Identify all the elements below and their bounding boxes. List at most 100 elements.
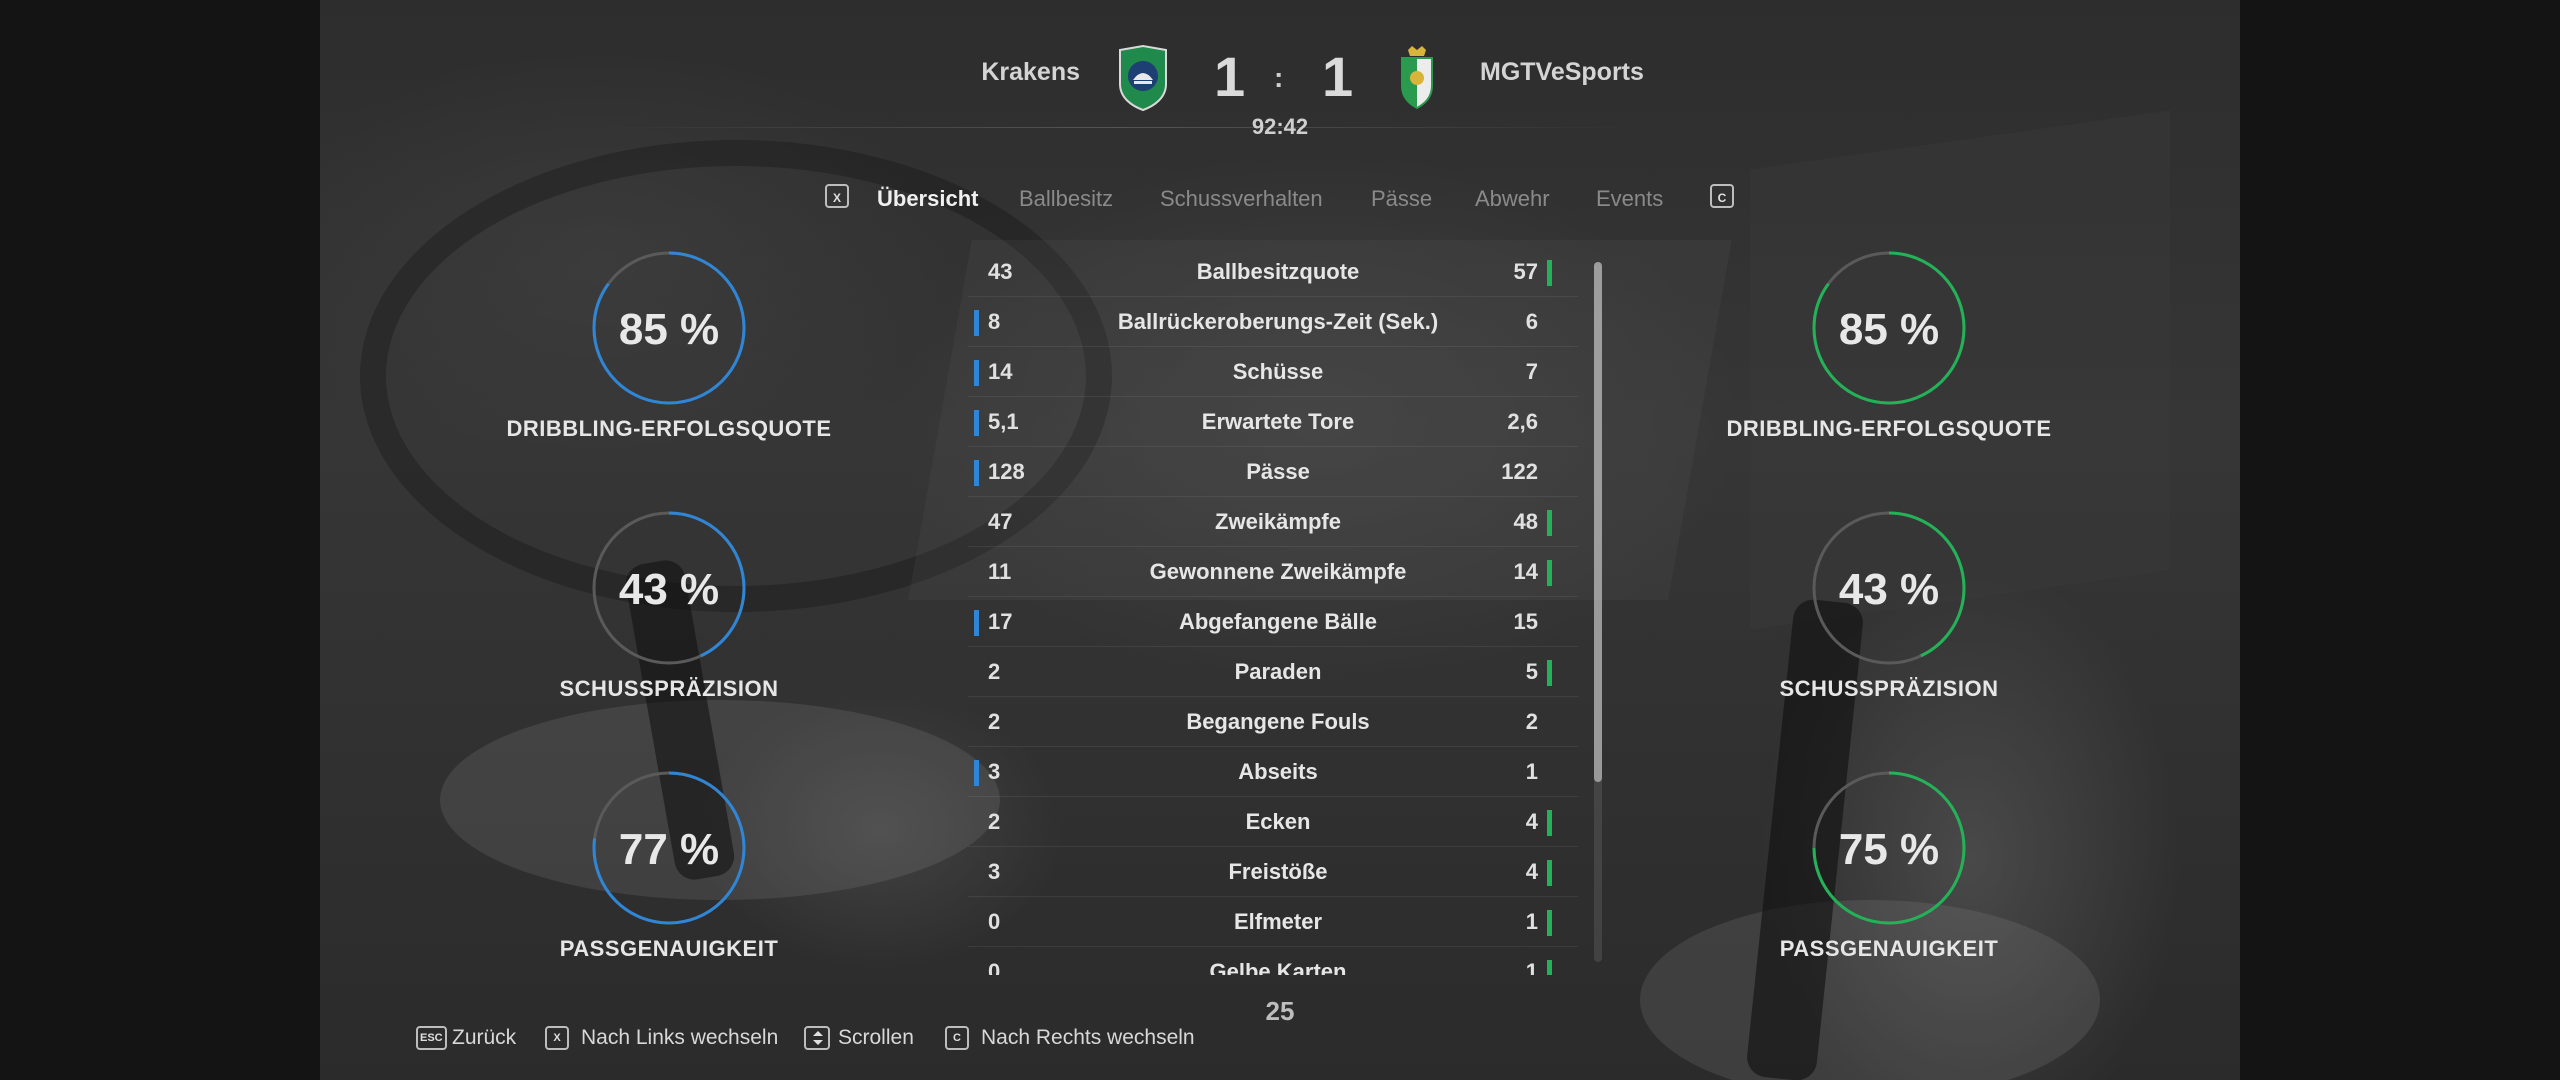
stat-label: Zweikämpfe bbox=[1215, 509, 1341, 534]
stat-row: 43 Ballbesitzquote 57 bbox=[968, 247, 1578, 297]
match-clock: 92:42 bbox=[1251, 114, 1309, 139]
ring-label: SCHUSSPRÄZISION bbox=[559, 676, 779, 701]
stat-row: 11 Gewonnene Zweikämpfe 14 bbox=[968, 547, 1578, 597]
header-divider bbox=[600, 127, 1640, 128]
stat-away-value: 48 bbox=[1513, 509, 1538, 534]
stat-away-value: 6 bbox=[1525, 309, 1538, 334]
stat-label: Ballrückeroberungs-Zeit (Sek.) bbox=[1117, 309, 1439, 334]
stat-label: Begangene Fouls bbox=[1186, 709, 1370, 734]
ring-label: SCHUSSPRÄZISION bbox=[1779, 676, 1999, 701]
stat-label: Paraden bbox=[1234, 659, 1322, 684]
stat-away-value: 1 bbox=[1525, 959, 1538, 975]
c-key-icon: C bbox=[945, 1026, 969, 1050]
away-score: 1 bbox=[1322, 45, 1354, 108]
home-stat-ring-pass-accuracy: 77 % PASSGENAUIGKEIT bbox=[499, 770, 839, 962]
stat-label: Gewonnene Zweikämpfe bbox=[1149, 559, 1407, 584]
stat-away-value: 1 bbox=[1525, 759, 1538, 784]
stat-label: Gelbe Karten bbox=[1209, 959, 1347, 975]
footer-scroll[interactable]: Scrollen bbox=[838, 1026, 914, 1050]
stat-row: 5,1 Erwartete Tore 2,6 bbox=[968, 397, 1578, 447]
ring-value: 43 % bbox=[619, 565, 719, 614]
match-stats-table[interactable]: 43 Ballbesitzquote 57 8 Ballrückeroberungs-Z… bbox=[968, 247, 1578, 975]
stat-row: 17 Abgefangene Bälle 15 bbox=[968, 597, 1578, 647]
esc-key-icon: ESC bbox=[416, 1026, 447, 1050]
ring-value: 77 % bbox=[619, 825, 719, 874]
stat-row: 0 Elfmeter 1 bbox=[968, 897, 1578, 947]
stat-away-value: 122 bbox=[1501, 459, 1538, 484]
away-stat-ring-dribbling: 85 % DRIBBLING-ERFOLGSQUOTE bbox=[1719, 250, 2059, 442]
stat-away-value: 4 bbox=[1525, 809, 1538, 834]
stat-away-value: 14 bbox=[1513, 559, 1538, 584]
stat-away-value: 4 bbox=[1525, 859, 1538, 884]
tab-abwehr[interactable]: Abwehr bbox=[1475, 186, 1550, 212]
tab-paesse[interactable]: Pässe bbox=[1371, 186, 1432, 212]
away-stat-ring-shot-accuracy: 43 % SCHUSSPRÄZISION bbox=[1719, 510, 2059, 702]
footer-back[interactable]: Zurück bbox=[452, 1026, 516, 1050]
stat-row: 128 Pässe 122 bbox=[968, 447, 1578, 497]
home-stat-ring-dribbling: 85 % DRIBBLING-ERFOLGSQUOTE bbox=[499, 250, 839, 442]
stat-label: Ballbesitzquote bbox=[1196, 259, 1360, 284]
ring-label: DRIBBLING-ERFOLGSQUOTE bbox=[1726, 416, 2052, 441]
scrollbar-thumb[interactable] bbox=[1594, 262, 1602, 782]
ring-value: 85 % bbox=[1839, 305, 1939, 354]
stats-tab-bar: X Übersicht Ballbesitz Schussverhalten P… bbox=[0, 184, 2560, 214]
ring-label: PASSGENAUIGKEIT bbox=[559, 936, 779, 961]
stat-row: 3 Abseits 1 bbox=[968, 747, 1578, 797]
stat-label: Elfmeter bbox=[1233, 909, 1323, 934]
stat-row: 2 Begangene Fouls 2 bbox=[968, 697, 1578, 747]
stat-away-value: 2 bbox=[1525, 709, 1538, 734]
stat-row: 47 Zweikämpfe 48 bbox=[968, 497, 1578, 547]
ring-chart: 43 % bbox=[1812, 511, 1966, 665]
ring-value: 85 % bbox=[619, 305, 719, 354]
stat-row: 14 Schüsse 7 bbox=[968, 347, 1578, 397]
stat-away-value: 15 bbox=[1513, 609, 1538, 634]
stat-label: Abseits bbox=[1238, 759, 1318, 784]
home-team-crest-icon bbox=[1119, 44, 1167, 112]
ring-chart: 43 % bbox=[592, 511, 746, 665]
stats-scrollbar[interactable] bbox=[1594, 262, 1602, 962]
stat-row: 8 Ballrückeroberungs-Zeit (Sek.) 6 bbox=[968, 297, 1578, 347]
stat-label: Abgefangene Bälle bbox=[1178, 609, 1378, 634]
ring-value: 43 % bbox=[1839, 565, 1939, 614]
stat-row: 0 Gelbe Karten 1 bbox=[968, 947, 1578, 975]
ring-chart: 75 % bbox=[1812, 771, 1966, 925]
home-team-name: Krakens bbox=[981, 58, 1080, 86]
ring-chart: 77 % bbox=[592, 771, 746, 925]
ring-chart: 85 % bbox=[592, 251, 746, 405]
home-score: 1 bbox=[1214, 45, 1246, 108]
stat-away-value: 5 bbox=[1525, 659, 1538, 684]
ring-label: PASSGENAUIGKEIT bbox=[1779, 936, 1999, 961]
tab-schussverhalten[interactable]: Schussverhalten bbox=[1160, 186, 1323, 212]
ring-label: DRIBBLING-ERFOLGSQUOTE bbox=[506, 416, 832, 441]
away-stat-ring-pass-accuracy: 75 % PASSGENAUIGKEIT bbox=[1719, 770, 2059, 962]
footer-switch-left[interactable]: Nach Links wechseln bbox=[581, 1026, 778, 1050]
footer-controls: ESC Zurück X Nach Links wechseln Scrolle… bbox=[0, 1026, 2560, 1056]
stat-label: Erwartete Tore bbox=[1201, 409, 1355, 434]
score-separator: : bbox=[1274, 62, 1284, 93]
away-team-name: MGTVeSports bbox=[1480, 58, 1644, 86]
x-key-icon: X bbox=[545, 1026, 569, 1050]
stat-away-value: 2,6 bbox=[1507, 409, 1538, 434]
stat-away-value: 57 bbox=[1513, 259, 1538, 284]
ring-chart: 85 % bbox=[1812, 251, 1966, 405]
stat-away-value: 7 bbox=[1525, 359, 1538, 384]
stat-label: Schüsse bbox=[1232, 359, 1324, 384]
stat-row: 2 Ecken 4 bbox=[968, 797, 1578, 847]
scroll-icon bbox=[804, 1026, 830, 1050]
tab-ballbesitz[interactable]: Ballbesitz bbox=[1019, 186, 1113, 212]
away-team-crest-icon bbox=[1401, 46, 1433, 110]
stat-label: Freistöße bbox=[1228, 859, 1328, 884]
tab-next-key-icon[interactable]: C bbox=[1710, 184, 1734, 208]
tab-events[interactable]: Events bbox=[1596, 186, 1663, 212]
stat-away-value: 1 bbox=[1525, 909, 1538, 934]
stat-row: 3 Freistöße 4 bbox=[968, 847, 1578, 897]
tab-prev-key-icon[interactable]: X bbox=[825, 184, 849, 208]
page-number: 25 bbox=[1265, 996, 1295, 1026]
stat-label: Pässe bbox=[1246, 459, 1310, 484]
home-stat-ring-shot-accuracy: 43 % SCHUSSPRÄZISION bbox=[499, 510, 839, 702]
footer-switch-right[interactable]: Nach Rechts wechseln bbox=[981, 1026, 1195, 1050]
stat-label: Ecken bbox=[1245, 809, 1311, 834]
stat-row: 2 Paraden 5 bbox=[968, 647, 1578, 697]
tab-uebersicht[interactable]: Übersicht bbox=[877, 186, 978, 212]
ring-value: 75 % bbox=[1839, 825, 1939, 874]
